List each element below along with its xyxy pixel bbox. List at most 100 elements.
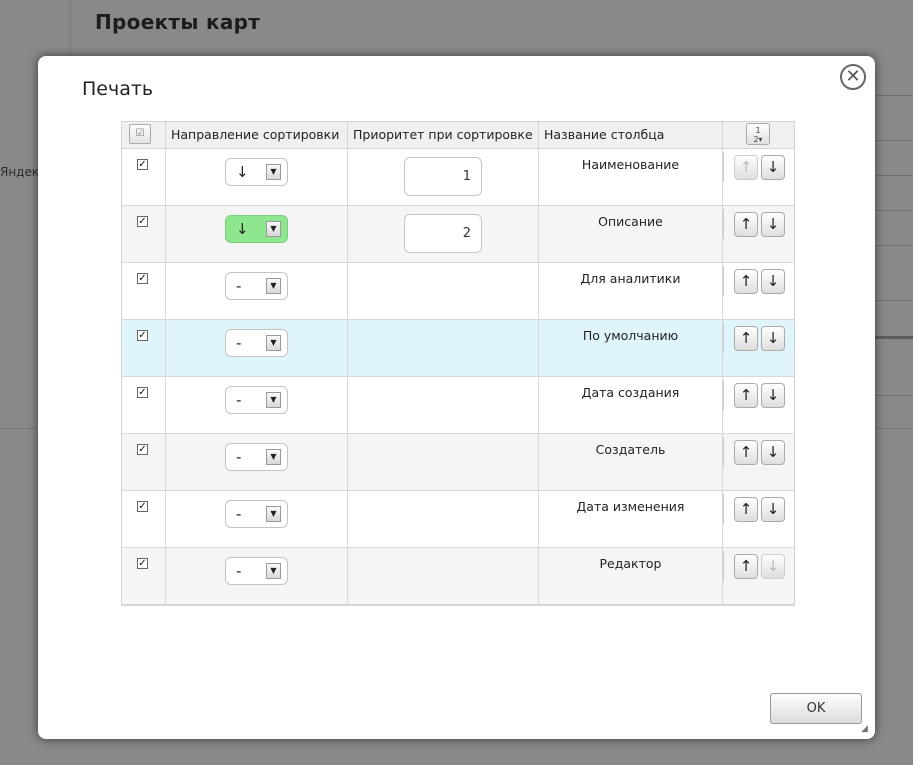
move-up-button[interactable]: ↑ [734, 497, 758, 522]
row-checkbox[interactable]: ✓ [137, 387, 148, 398]
dropdown-arrow-icon: ▼ [266, 506, 281, 522]
move-down-button[interactable]: ↓ [761, 440, 785, 465]
header-direction[interactable]: Направление сортировки [166, 122, 348, 148]
move-down-button[interactable]: ↓ [761, 269, 785, 294]
sort-direction-value: ↓ [236, 220, 249, 238]
close-icon: ✕ [845, 66, 861, 87]
header-priority[interactable]: Приоритет при сортировке [348, 122, 539, 148]
move-down-button[interactable]: ↓ [761, 155, 785, 180]
arrow-up-icon: ↑ [739, 443, 753, 461]
direction-cell: ↓ ▼ [166, 149, 348, 205]
arrow-down-icon: ↓ [766, 158, 780, 176]
row-checkbox-cell: ✓ [122, 320, 166, 376]
move-up-button[interactable]: ↑ [734, 269, 758, 294]
move-up-button[interactable]: ↑ [734, 383, 758, 408]
table-row[interactable]: ✓ - ▼ Редактор ↑ ↓ [122, 548, 794, 605]
cell-divider [723, 437, 724, 467]
header-sort-cell: 1 2▾ [723, 122, 794, 148]
table-row[interactable]: ✓ ↓ ▼ 2 Описание ↑ ↓ [122, 206, 794, 263]
row-checkbox[interactable]: ✓ [137, 501, 148, 512]
arrow-up-icon: ↑ [739, 158, 753, 176]
move-up-button[interactable]: ↑ [734, 326, 758, 351]
table-row[interactable]: ✓ - ▼ Дата изменения ↑ ↓ [122, 491, 794, 548]
priority-cell: 1 [348, 149, 539, 205]
table-row[interactable]: ✓ ↓ ▼ 1 Наименование ↑ ↓ [122, 149, 794, 206]
header-column-name[interactable]: Название столбца [539, 122, 723, 148]
dropdown-arrow-icon: ▼ [266, 221, 281, 237]
priority-cell: 2 [348, 206, 539, 262]
sort-direction-select[interactable]: - ▼ [225, 557, 288, 585]
arrow-down-icon: ↓ [766, 443, 780, 461]
select-all-checkbox[interactable]: ☑ [129, 124, 151, 144]
move-cell: ↑ ↓ [723, 377, 794, 433]
row-checkbox[interactable]: ✓ [137, 558, 148, 569]
row-checkbox[interactable]: ✓ [137, 159, 148, 170]
sort-direction-select[interactable]: ↓ ▼ [225, 158, 288, 186]
priority-input[interactable]: 1 [404, 157, 482, 196]
resize-grip-icon[interactable]: ◢ [861, 725, 869, 734]
sort-direction-value: - [236, 391, 242, 409]
sort-direction-select[interactable]: - ▼ [225, 272, 288, 300]
sort-order-button[interactable]: 1 2▾ [746, 123, 770, 145]
move-up-button[interactable]: ↑ [734, 440, 758, 465]
ok-button[interactable]: OK [770, 693, 862, 724]
priority-cell [348, 263, 539, 319]
dropdown-arrow-icon: ▼ [266, 164, 281, 180]
priority-cell [348, 434, 539, 490]
column-name-cell: Дата изменения [539, 491, 723, 547]
column-name-cell: Наименование [539, 149, 723, 205]
grid-body: ✓ ↓ ▼ 1 Наименование ↑ ↓ ✓ ↓ ▼ 2 Описание ↑ ↓ ✓ - ▼ Для а… [122, 149, 794, 605]
move-down-button[interactable]: ↓ [761, 554, 785, 579]
row-checkbox[interactable]: ✓ [137, 273, 148, 284]
column-name: Создатель [595, 442, 666, 457]
column-name-cell: Дата создания [539, 377, 723, 433]
dropdown-arrow-icon: ▼ [266, 278, 281, 294]
sort-direction-select[interactable]: - ▼ [225, 443, 288, 471]
header-select-all-cell: ☑ [122, 122, 166, 148]
column-name-cell: Создатель [539, 434, 723, 490]
columns-grid: ☑ Направление сортировки Приоритет при с… [121, 121, 795, 606]
sort-direction-value: ↓ [236, 163, 249, 181]
arrow-down-icon: ↓ [766, 557, 780, 575]
close-button[interactable]: ✕ [840, 64, 866, 90]
arrow-down-icon: ↓ [766, 329, 780, 347]
move-down-button[interactable]: ↓ [761, 497, 785, 522]
table-row[interactable]: ✓ - ▼ Для аналитики ↑ ↓ [122, 263, 794, 320]
sort-direction-value: - [236, 505, 242, 523]
row-checkbox-cell: ✓ [122, 206, 166, 262]
move-up-button[interactable]: ↑ [734, 554, 758, 579]
sort-direction-select[interactable]: - ▼ [225, 500, 288, 528]
sort-direction-select[interactable]: - ▼ [225, 386, 288, 414]
move-up-button[interactable]: ↑ [734, 155, 758, 180]
table-row[interactable]: ✓ - ▼ Создатель ↑ ↓ [122, 434, 794, 491]
cell-divider [723, 551, 724, 581]
row-checkbox[interactable]: ✓ [137, 216, 148, 227]
cell-divider [723, 494, 724, 524]
dialog-title: Печать [82, 78, 154, 100]
direction-cell: - ▼ [166, 263, 348, 319]
row-checkbox[interactable]: ✓ [137, 444, 148, 455]
checkbox-icon: ☑ [135, 128, 145, 139]
arrow-up-icon: ↑ [739, 272, 753, 290]
cell-divider [723, 323, 724, 353]
move-up-button[interactable]: ↑ [734, 212, 758, 237]
priority-input[interactable]: 2 [404, 214, 482, 253]
table-row[interactable]: ✓ - ▼ По умолчанию ↑ ↓ [122, 320, 794, 377]
arrow-up-icon: ↑ [739, 500, 753, 518]
sort-direction-select[interactable]: - ▼ [225, 329, 288, 357]
move-down-button[interactable]: ↓ [761, 212, 785, 237]
move-down-button[interactable]: ↓ [761, 383, 785, 408]
dropdown-arrow-icon: ▼ [266, 449, 281, 465]
direction-cell: - ▼ [166, 377, 348, 433]
column-name: Редактор [599, 556, 662, 571]
move-cell: ↑ ↓ [723, 434, 794, 490]
arrow-down-icon: ↓ [766, 215, 780, 233]
priority-cell [348, 548, 539, 604]
table-row[interactable]: ✓ - ▼ Дата создания ↑ ↓ [122, 377, 794, 434]
sort-direction-select[interactable]: ↓ ▼ [225, 215, 288, 243]
arrow-up-icon: ↑ [739, 386, 753, 404]
row-checkbox[interactable]: ✓ [137, 330, 148, 341]
sort-direction-value: - [236, 562, 242, 580]
move-cell: ↑ ↓ [723, 491, 794, 547]
move-down-button[interactable]: ↓ [761, 326, 785, 351]
